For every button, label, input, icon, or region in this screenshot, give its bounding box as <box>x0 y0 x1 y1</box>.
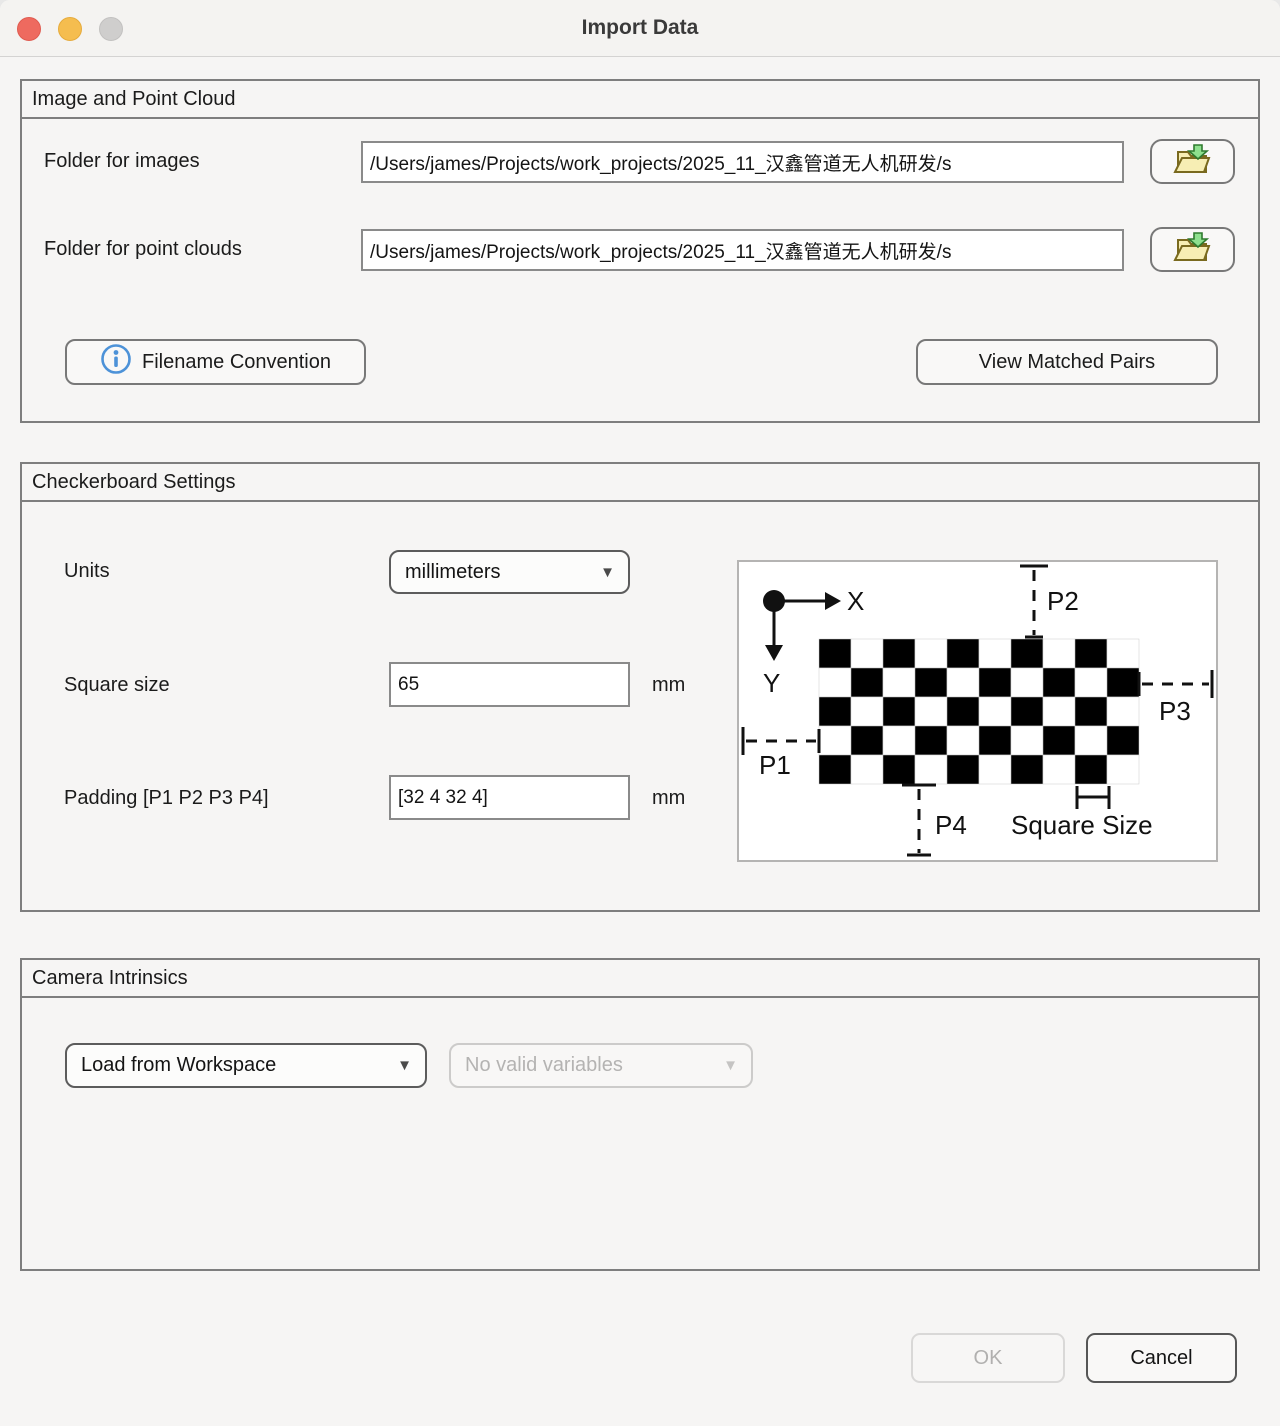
folder-images-input[interactable] <box>361 141 1124 183</box>
filename-convention-label: Filename Convention <box>142 351 331 374</box>
import-data-dialog: Import Data Image and Point Cloud Folder… <box>0 0 1280 1426</box>
square-size-diagram-label: Square Size <box>1011 810 1153 840</box>
intrinsics-source-value: Load from Workspace <box>67 1054 276 1077</box>
padding-input[interactable] <box>389 775 630 820</box>
square-size-input[interactable] <box>389 662 630 707</box>
checkerboard-settings-header: Checkerboard Settings <box>22 464 1258 502</box>
camera-intrinsics-header: Camera Intrinsics <box>22 960 1258 998</box>
chevron-down-icon: ▼ <box>723 1057 738 1074</box>
checkerboard-settings-group: Checkerboard Settings Units millimeters … <box>20 462 1260 912</box>
camera-intrinsics-group: Camera Intrinsics Load from Workspace ▼ … <box>20 958 1260 1271</box>
intrinsics-variables-dropdown: No valid variables ▼ <box>449 1043 753 1088</box>
units-label: Units <box>64 560 110 583</box>
axis-x-label: X <box>847 586 864 616</box>
intrinsics-variables-value: No valid variables <box>451 1054 623 1077</box>
view-matched-pairs-label: View Matched Pairs <box>979 351 1155 374</box>
browse-pointclouds-button[interactable] <box>1150 227 1235 272</box>
square-size-label: Square size <box>64 674 170 697</box>
axis-y-label: Y <box>763 668 780 698</box>
chevron-down-icon: ▼ <box>600 564 615 581</box>
intrinsics-source-dropdown[interactable]: Load from Workspace ▼ <box>65 1043 427 1088</box>
cancel-button[interactable]: Cancel <box>1086 1333 1237 1383</box>
open-folder-icon <box>1173 143 1213 181</box>
padding-unit: mm <box>652 787 685 810</box>
browse-images-button[interactable] <box>1150 139 1235 184</box>
checkerboard-diagram: X Y P2 P3 P1 <box>737 560 1218 862</box>
padding-p2-label: P2 <box>1047 586 1079 616</box>
checkerboard-diagram-svg: X Y P2 P3 P1 <box>739 562 1216 860</box>
folder-pointclouds-input[interactable] <box>361 229 1124 271</box>
padding-label: Padding [P1 P2 P3 P4] <box>64 787 269 810</box>
folder-pointclouds-label: Folder for point clouds <box>44 238 242 261</box>
chevron-down-icon: ▼ <box>397 1057 412 1074</box>
filename-convention-button[interactable]: Filename Convention <box>65 339 366 385</box>
padding-p3-label: P3 <box>1159 696 1191 726</box>
titlebar: Import Data <box>0 0 1280 57</box>
image-point-cloud-header: Image and Point Cloud <box>22 81 1258 119</box>
units-dropdown-value: millimeters <box>391 561 501 584</box>
ok-button[interactable]: OK <box>911 1333 1065 1383</box>
image-point-cloud-group: Image and Point Cloud Folder for images … <box>20 79 1260 423</box>
square-size-unit: mm <box>652 674 685 697</box>
view-matched-pairs-button[interactable]: View Matched Pairs <box>916 339 1218 385</box>
padding-p4-label: P4 <box>935 810 967 840</box>
folder-images-label: Folder for images <box>44 150 200 173</box>
open-folder-icon <box>1173 231 1213 269</box>
info-icon <box>100 343 132 381</box>
window-title: Import Data <box>0 0 1280 56</box>
units-dropdown[interactable]: millimeters ▼ <box>389 550 630 594</box>
padding-p1-label: P1 <box>759 750 791 780</box>
